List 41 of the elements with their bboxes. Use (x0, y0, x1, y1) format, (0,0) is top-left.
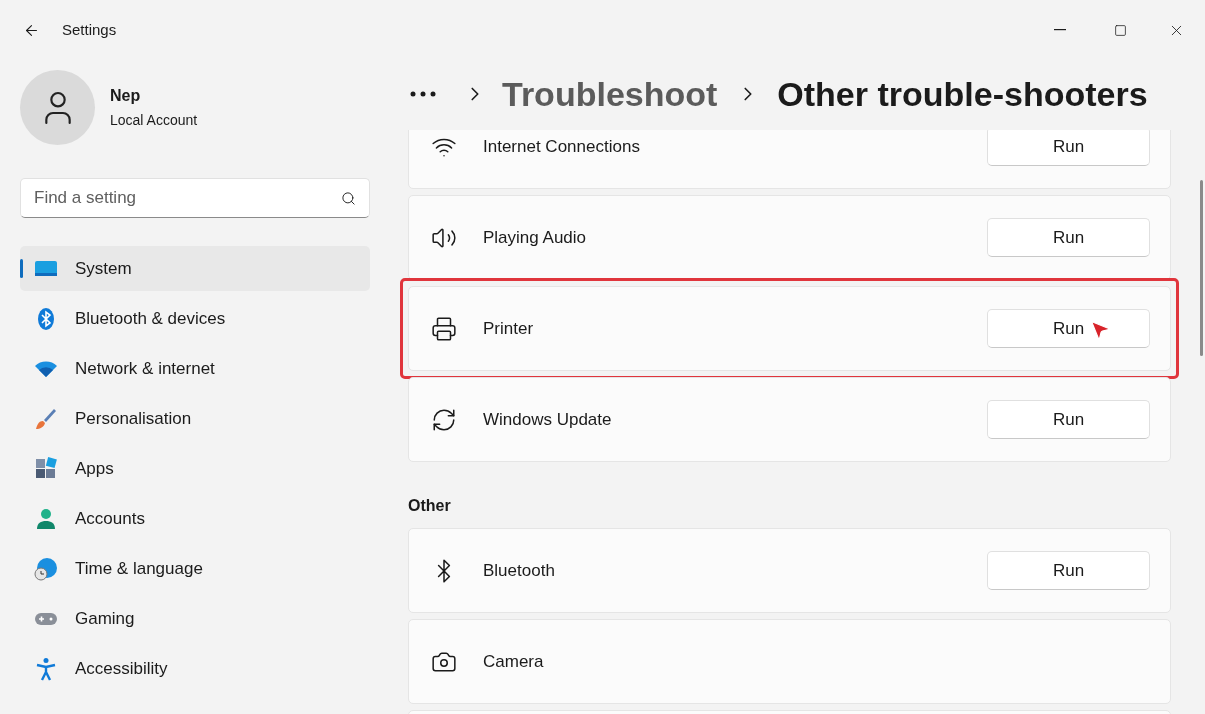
nav-item[interactable]: Gaming (20, 596, 370, 641)
run-button[interactable]: Run (987, 218, 1150, 257)
accessibility-icon (34, 656, 58, 681)
nav-item[interactable]: Bluetooth & devices (20, 296, 370, 341)
person-icon (34, 506, 58, 531)
account-type: Local Account (110, 111, 198, 130)
search-input[interactable]: Find a setting (34, 185, 341, 211)
row-label: Playing Audio (483, 226, 587, 249)
row-label: Internet Connections (483, 135, 640, 158)
scrollbar-thumb[interactable] (1200, 180, 1203, 356)
nav-item[interactable]: Apps (20, 446, 370, 491)
row-label: Camera (483, 650, 544, 673)
run-button[interactable]: Run (987, 309, 1150, 348)
selection-indicator (20, 259, 23, 278)
more-button[interactable] (410, 91, 436, 97)
run-button[interactable]: Run (987, 400, 1150, 439)
minimize-icon (1054, 29, 1066, 31)
printer-icon (431, 315, 457, 342)
row-label: Printer (483, 317, 534, 340)
nav-item[interactable]: System (20, 246, 370, 291)
row-label: Windows Update (483, 408, 612, 431)
more-icon (410, 91, 436, 97)
run-button[interactable]: Run (987, 130, 1150, 166)
row-label: Bluetooth (483, 559, 555, 582)
search-field[interactable]: Find a setting (20, 178, 370, 218)
page-title: Other trouble-shooters (777, 73, 1148, 115)
paintbrush-icon (34, 406, 58, 431)
search-icon (341, 190, 356, 206)
nav-item[interactable]: Personalisation (20, 396, 370, 441)
maximize-icon (1113, 23, 1127, 37)
nav-item[interactable]: Network & internet (20, 346, 370, 391)
run-button[interactable]: Run (987, 551, 1150, 590)
nav-item[interactable]: Accounts (20, 496, 370, 541)
user-name: Nep (110, 86, 142, 106)
apps-icon (34, 456, 58, 481)
nav-item[interactable]: Accessibility (20, 646, 370, 691)
globe-clock-icon (34, 556, 58, 581)
breadcrumb-link[interactable]: Troubleshoot (502, 68, 718, 120)
window-title: Settings (62, 19, 117, 40)
section-heading: Other (408, 496, 452, 516)
nav-item[interactable]: Time & language (20, 546, 370, 591)
